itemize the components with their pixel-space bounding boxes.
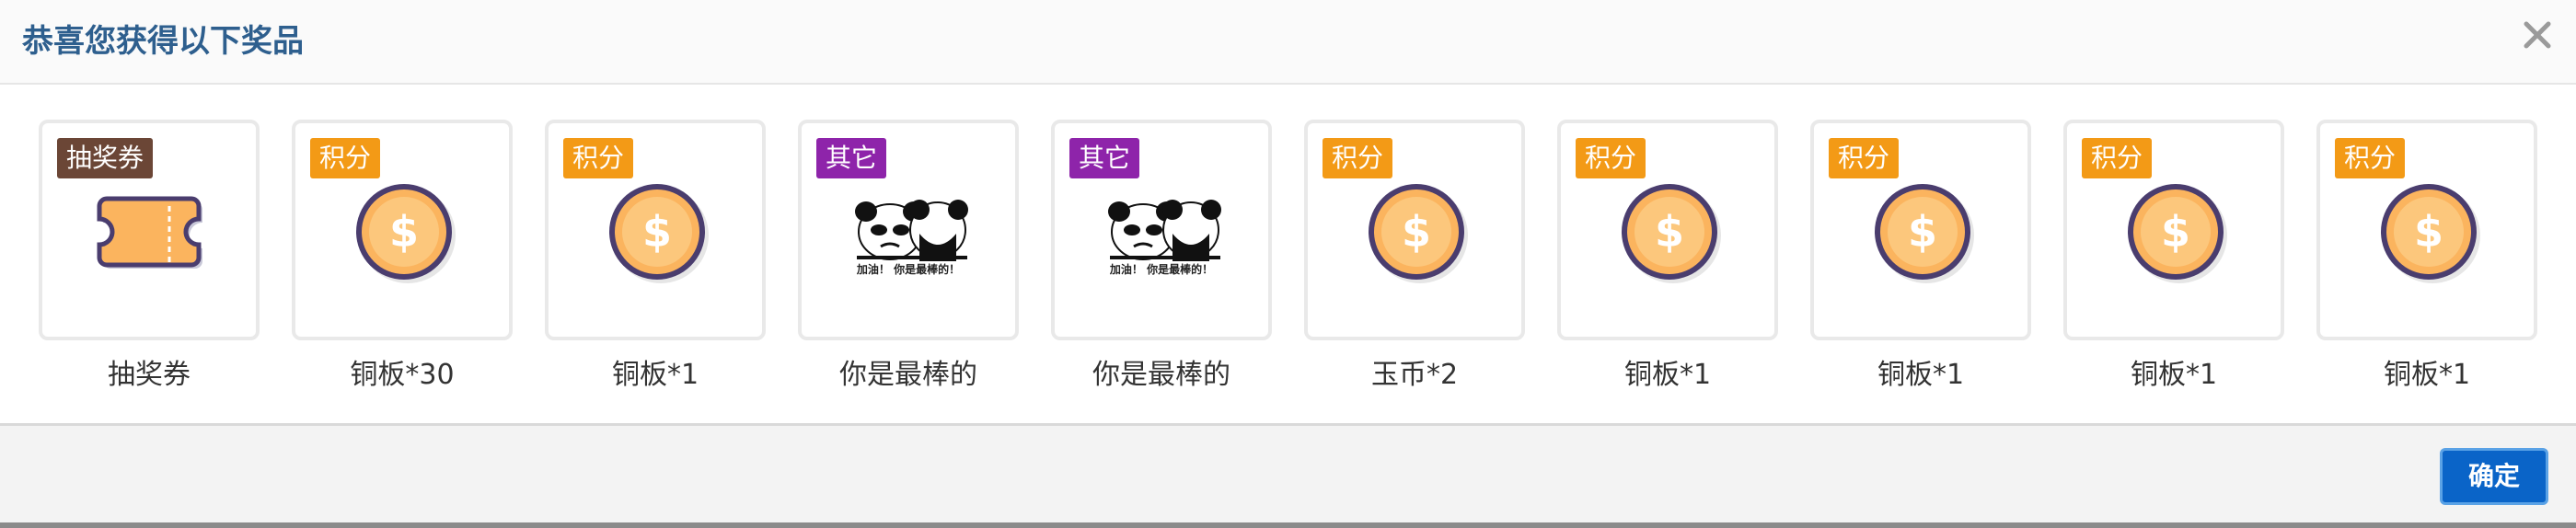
close-icon[interactable] <box>2519 17 2556 53</box>
prize-item: $ 积分铜板*1 <box>2316 120 2537 394</box>
svg-text:$: $ <box>2414 207 2443 257</box>
meme-caption: 加油！ 你是最棒的！ <box>856 263 961 276</box>
prize-name: 铜板*1 <box>2383 359 2471 391</box>
category-badge: 积分 <box>563 138 634 178</box>
prize-item: 加油！ 你是最棒的！ 其它你是最棒的 <box>798 120 1019 394</box>
category-badge: 积分 <box>1576 138 1646 178</box>
dialog-title: 恭喜您获得以下奖品 <box>22 23 304 60</box>
prize-name: 你是最棒的 <box>1092 359 1230 391</box>
category-badge: 积分 <box>1323 138 1393 178</box>
confirm-button[interactable]: 确定 <box>2440 448 2548 505</box>
background-edge <box>0 522 2576 528</box>
dialog-header: 恭喜您获得以下奖品 <box>0 0 2576 85</box>
prize-item: $ 积分铜板*1 <box>1557 120 1778 394</box>
svg-text:$: $ <box>2161 207 2190 257</box>
prize-name: 铜板*1 <box>1623 359 1712 391</box>
svg-text:$: $ <box>1908 207 1937 257</box>
prize-name: 抽奖券 <box>108 359 191 391</box>
prize-card: $ 积分 <box>1810 120 2031 340</box>
prize-card: 加油！ 你是最棒的！ 其它 <box>1051 120 1272 340</box>
category-badge: 积分 <box>1829 138 1900 178</box>
prize-card: $ 积分 <box>1557 120 1778 340</box>
prize-card: $ 积分 <box>2316 120 2537 340</box>
prize-item: $ 积分铜板*30 <box>292 120 513 394</box>
prize-name: 铜板*1 <box>611 359 699 391</box>
prize-name: 铜板*30 <box>350 359 455 391</box>
prize-card: 加油！ 你是最棒的！ 其它 <box>798 120 1019 340</box>
dialog-footer: 确定 <box>0 423 2576 525</box>
prize-item: $ 积分铜板*1 <box>2063 120 2284 394</box>
svg-text:$: $ <box>1655 207 1684 257</box>
prize-name: 你是最棒的 <box>839 359 977 391</box>
prize-card: $ 积分 <box>1304 120 1525 340</box>
prize-name: 玉币*2 <box>1370 359 1459 391</box>
category-badge: 其它 <box>816 138 887 178</box>
category-badge: 积分 <box>2335 138 2406 178</box>
meme-caption: 加油！ 你是最棒的！ <box>1109 263 1214 276</box>
svg-text:$: $ <box>642 207 672 257</box>
prize-item: 抽奖券 抽奖券 <box>39 120 260 394</box>
prize-name: 铜板*1 <box>1877 359 1965 391</box>
svg-text:$: $ <box>389 207 419 257</box>
prize-card: $ 积分 <box>292 120 513 340</box>
prize-item: 加油！ 你是最棒的！ 其它你是最棒的 <box>1051 120 1272 394</box>
prize-name: 铜板*1 <box>2130 359 2218 391</box>
category-badge: 积分 <box>310 138 381 178</box>
prize-card: $ 积分 <box>2063 120 2284 340</box>
prize-card: 抽奖券 <box>39 120 260 340</box>
prize-item: $ 积分铜板*1 <box>545 120 766 394</box>
category-badge: 其它 <box>1069 138 1140 178</box>
category-badge: 抽奖券 <box>57 138 154 178</box>
prize-item: $ 积分铜板*1 <box>1810 120 2031 394</box>
prize-card: $ 积分 <box>545 120 766 340</box>
category-badge: 积分 <box>2082 138 2153 178</box>
prize-list: 抽奖券 抽奖券 $ 积分 铜板*30 $ 积分 铜板*1 加油！ 你是最棒的！ 其它 你是最棒的 加油… <box>0 85 2576 423</box>
svg-text:$: $ <box>1402 207 1431 257</box>
prize-item: $ 积分玉币*2 <box>1304 120 1525 394</box>
prize-dialog: 恭喜您获得以下奖品 抽奖券 抽奖券 $ 积分 铜板*30 $ 积分 铜板*1 加油！ 你是最棒的… <box>0 0 2576 525</box>
